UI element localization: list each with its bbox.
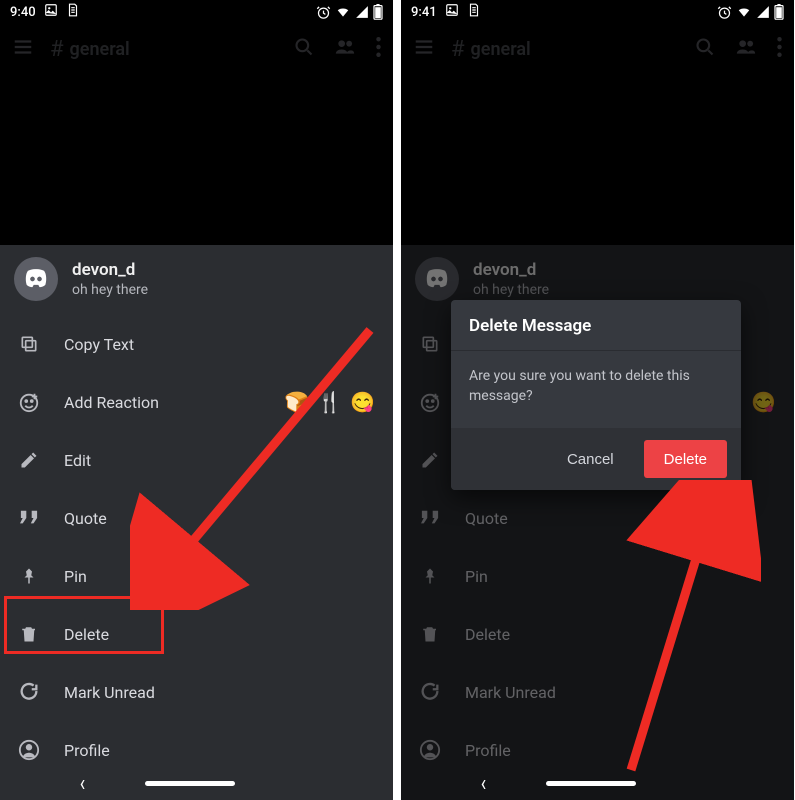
menu-item-label: Delete [64, 625, 375, 644]
menu-item-copy[interactable]: Copy Text [0, 315, 393, 373]
battery-icon [774, 4, 784, 20]
copy-icon [18, 334, 40, 354]
menu-item-pin[interactable]: Pin [401, 547, 794, 605]
signal-icon [756, 5, 770, 19]
menu-item-label: Edit [64, 451, 375, 470]
more-icon[interactable] [777, 37, 782, 61]
alarm-icon [717, 5, 732, 20]
menu-item-quote[interactable]: Quote [0, 489, 393, 547]
members-icon[interactable] [735, 37, 757, 61]
nav-home-pill[interactable] [546, 781, 636, 786]
menu-item-edit[interactable]: Edit [0, 431, 393, 489]
phone-left: 9:40 # general [0, 0, 393, 800]
delete-icon [18, 623, 40, 645]
status-doc-icon [66, 3, 80, 21]
battery-icon [373, 4, 383, 20]
menu-item-label: Quote [465, 509, 776, 528]
dialog-actions: Cancel Delete [451, 428, 741, 490]
menu-icon[interactable] [413, 36, 435, 62]
channel-title: # general [50, 37, 278, 62]
status-time: 9:40 [10, 5, 36, 20]
members-icon[interactable] [334, 37, 356, 61]
menu-item-quote[interactable]: Quote [401, 489, 794, 547]
search-icon[interactable] [294, 37, 314, 61]
profile-icon [18, 739, 40, 761]
menu-item-label: Profile [465, 741, 776, 760]
nav-bar: ‹ [401, 770, 794, 796]
app-header: # general [401, 24, 794, 74]
reaction-extras: 😋 [751, 390, 776, 414]
nav-back[interactable]: ‹ [80, 769, 85, 796]
username: devon_d [473, 260, 549, 280]
hash-icon: # [451, 37, 465, 62]
status-image-icon [44, 3, 58, 21]
unread-icon [18, 681, 40, 703]
menu-item-unread[interactable]: Mark Unread [401, 663, 794, 721]
status-image-icon [445, 3, 459, 21]
nav-home-pill[interactable] [145, 781, 235, 786]
edit-icon [18, 450, 40, 470]
edit-icon [419, 450, 441, 470]
menu-item-label: Quote [64, 509, 375, 528]
delete-icon [419, 623, 441, 645]
quote-icon [18, 509, 40, 527]
signal-icon [355, 5, 369, 19]
status-doc-icon [467, 3, 481, 21]
menu-item-label: Mark Unread [64, 683, 375, 702]
menu-item-label: Copy Text [64, 335, 375, 354]
pin-icon [18, 565, 40, 587]
copy-icon [419, 334, 441, 354]
nav-back[interactable]: ‹ [481, 769, 486, 796]
delete-button[interactable]: Delete [644, 440, 727, 478]
message-header: devon_d oh hey there [0, 245, 393, 315]
menu-item-label: Profile [64, 741, 375, 760]
channel-name: general [70, 39, 130, 60]
menu-item-delete[interactable]: Delete [401, 605, 794, 663]
menu-item-label: Add Reaction [64, 393, 260, 412]
action-sheet: devon_d oh hey there Copy Text Add Reacti… [0, 245, 393, 800]
hash-icon: # [50, 37, 64, 62]
profile-icon [419, 739, 441, 761]
menu-item-label: Mark Unread [465, 683, 776, 702]
dialog-title: Delete Message [451, 300, 741, 351]
nav-bar: ‹ [0, 770, 393, 796]
menu-item-label: Delete [465, 625, 776, 644]
message-text: oh hey there [473, 282, 549, 298]
menu-item-unread[interactable]: Mark Unread [0, 663, 393, 721]
menu-icon[interactable] [12, 36, 34, 62]
channel-title: # general [451, 37, 679, 62]
unread-icon [419, 681, 441, 703]
menu-item-label: Pin [465, 567, 776, 586]
reaction-icon [419, 391, 441, 413]
delete-dialog: Delete Message Are you sure you want to … [451, 300, 741, 490]
channel-name: general [471, 39, 531, 60]
cancel-button[interactable]: Cancel [547, 440, 634, 478]
status-bar: 9:40 [0, 0, 393, 24]
alarm-icon [316, 5, 331, 20]
phone-right: 9:41 # general [401, 0, 794, 800]
message-text: oh hey there [72, 282, 148, 298]
pin-icon [419, 565, 441, 587]
search-icon[interactable] [695, 37, 715, 61]
avatar [14, 257, 58, 301]
wifi-icon [736, 5, 752, 19]
more-icon[interactable] [376, 37, 381, 61]
avatar [415, 257, 459, 301]
username: devon_d [72, 260, 148, 280]
menu-item-delete[interactable]: Delete [0, 605, 393, 663]
menu-item-label: Pin [64, 567, 375, 586]
menu-item-reaction[interactable]: Add Reaction 🍞🍴😋 [0, 373, 393, 431]
quote-icon [419, 509, 441, 527]
menu-item-pin[interactable]: Pin [0, 547, 393, 605]
reaction-extras: 🍞🍴😋 [284, 390, 375, 414]
app-header: # general [0, 24, 393, 74]
status-bar: 9:41 [401, 0, 794, 24]
dialog-body: Are you sure you want to delete this mes… [451, 351, 741, 428]
wifi-icon [335, 5, 351, 19]
reaction-icon [18, 391, 40, 413]
status-time: 9:41 [411, 5, 437, 20]
